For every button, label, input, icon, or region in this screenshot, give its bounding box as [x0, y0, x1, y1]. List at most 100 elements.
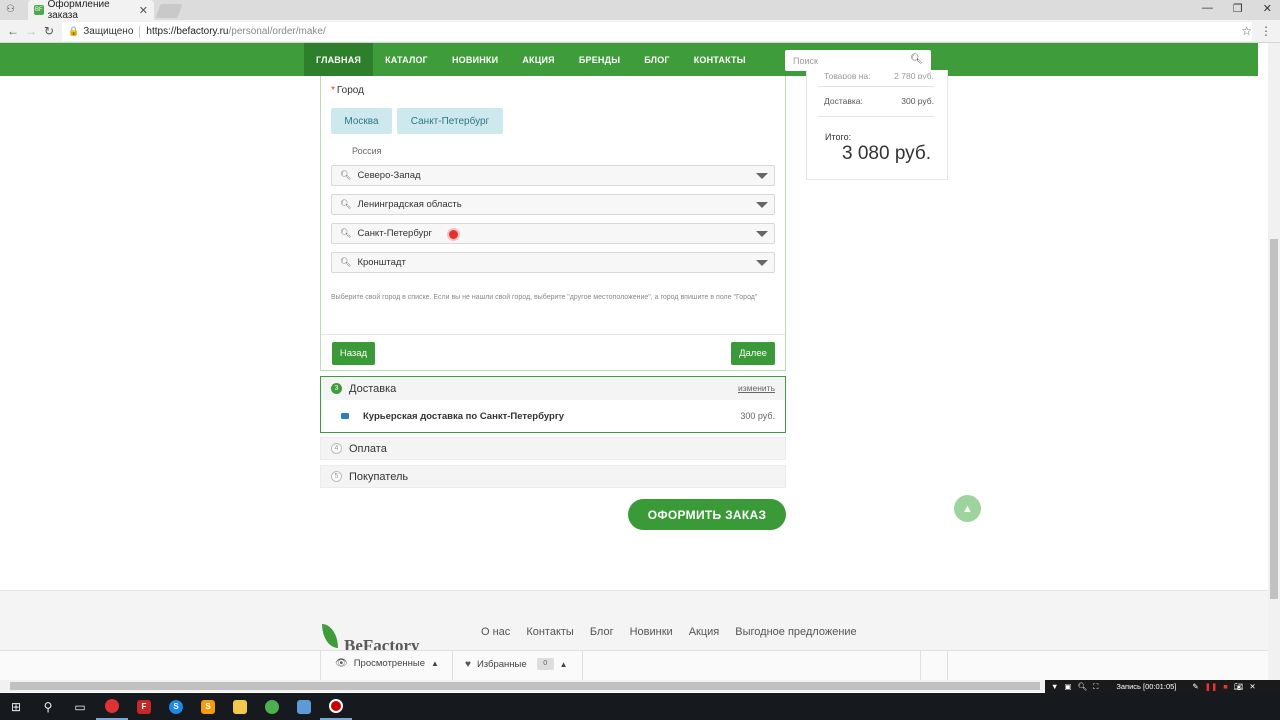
pause-icon[interactable]: ❚❚: [1205, 682, 1218, 691]
step-title: Покупатель: [349, 470, 409, 483]
url-input[interactable]: 🔒 Защищено https://befactory.ru/personal…: [62, 22, 1252, 41]
windows-start-icon[interactable]: ⊞: [0, 693, 32, 720]
dropdown-arrow-icon[interactable]: [756, 173, 768, 179]
city-button-moscow[interactable]: Москва: [331, 108, 392, 134]
search-icon: 🔍︎: [340, 228, 352, 238]
area-icon[interactable]: ⛶: [1093, 682, 1098, 692]
secure-label: Защищено: [83, 26, 134, 37]
step-title: Оплата: [349, 442, 387, 455]
favorites-button[interactable]: ♥ Избранные 0 ▲: [465, 658, 568, 670]
district-select[interactable]: 🔍︎ Кронштадт: [331, 252, 775, 273]
truck-icon: [341, 413, 349, 419]
scroll-to-top-button[interactable]: ▲: [954, 495, 981, 522]
search-icon[interactable]: 🔍︎: [910, 54, 923, 65]
chevron-up-icon: ▲: [962, 502, 973, 515]
step-number: 3: [331, 383, 342, 394]
dropdown-arrow-icon[interactable]: [756, 260, 768, 266]
stop-icon[interactable]: ■: [1223, 682, 1228, 691]
skype-icon[interactable]: S: [160, 693, 192, 720]
browser-tab[interactable]: BF Оформление заказа ✕: [28, 0, 154, 21]
close-icon[interactable]: ✕: [1249, 682, 1255, 691]
place-order-button[interactable]: ОФОРМИТЬ ЗАКАЗ: [628, 499, 786, 530]
recorder-toolbar: ▼ ▣ 🔍︎ ⛶ Запись [00:01:05] ✎ ❚❚ ■ 📷︎ ✕: [1045, 680, 1280, 693]
eye-icon: 👁: [335, 658, 348, 669]
photo-viewer-icon[interactable]: [288, 693, 320, 720]
bottom-panel: [0, 650, 1268, 680]
nav-contacts[interactable]: КОНТАКТЫ: [682, 43, 758, 76]
bookmark-star-icon[interactable]: ☆: [1241, 24, 1252, 38]
vertical-scrollbar[interactable]: [1268, 43, 1280, 680]
step-number: 4: [331, 443, 342, 454]
city-button-spb[interactable]: Санкт-Петербург: [397, 108, 503, 134]
camera-icon[interactable]: 📷︎: [1234, 682, 1244, 691]
sublime-icon[interactable]: S: [192, 693, 224, 720]
search-input[interactable]: Поиск 🔍︎: [785, 50, 931, 71]
dropdown-arrow-icon[interactable]: [756, 202, 768, 208]
search-icon[interactable]: ⚲: [32, 693, 64, 720]
nav-catalog[interactable]: КАТАЛОГ: [373, 43, 440, 76]
goods-row: Товаров на: 2 780 руб.: [824, 71, 934, 79]
tab-title: Оформление заказа: [47, 0, 110, 21]
buyer-step[interactable]: 5 Покупатель: [320, 465, 786, 488]
search-icon: 🔍︎: [340, 199, 352, 209]
delivery-step: 3 Доставка изменить Курьерская доставка …: [320, 376, 786, 433]
footer-link-about[interactable]: О нас: [481, 626, 510, 638]
chevron-up-icon: ▲: [430, 659, 439, 668]
oblast-select[interactable]: 🔍︎ Ленинградская область: [331, 194, 775, 215]
footer-link-sale[interactable]: Акция: [689, 626, 720, 638]
browser-tab-bar: ⚇ BF Оформление заказа ✕ — ❐ ✕: [0, 0, 1280, 21]
profile-icon[interactable]: ⚇: [6, 4, 15, 15]
forward-icon[interactable]: →: [22, 24, 40, 38]
windows-taskbar: ⊞ ⚲ ▭ F S S: [0, 693, 1280, 720]
region-select[interactable]: 🔍︎ Северо-Запад: [331, 165, 775, 186]
heart-icon: ♥: [465, 658, 471, 670]
logo-text[interactable]: BeFactory: [344, 636, 420, 650]
window-icon[interactable]: ▣: [1064, 682, 1071, 691]
footer-link-new[interactable]: Новинки: [630, 626, 673, 638]
delivery-option: Курьерская доставка по Санкт-Петербургу …: [321, 408, 785, 424]
dropdown-arrow-icon[interactable]: [756, 231, 768, 237]
nav-main[interactable]: ГЛАВНАЯ: [304, 43, 374, 76]
payment-step[interactable]: 4 Оплата: [320, 437, 786, 460]
search-placeholder: Поиск: [793, 55, 818, 66]
step-title: Доставка: [349, 382, 397, 395]
city-select[interactable]: 🔍︎ Санкт-Петербург: [331, 223, 775, 244]
address-bar: ← → ↻ 🔒 Защищено https://befactory.ru/pe…: [0, 20, 1280, 43]
footer-link-blog[interactable]: Блог: [590, 626, 614, 638]
footer-link-offer[interactable]: Выгодное предложение: [735, 626, 856, 638]
pen-icon[interactable]: ✎: [1192, 682, 1198, 691]
nav-sale[interactable]: АКЦИЯ: [510, 43, 567, 76]
url-host: https://befactory.ru: [146, 26, 229, 37]
filezilla-icon[interactable]: F: [128, 693, 160, 720]
task-view-icon[interactable]: ▭: [64, 693, 96, 720]
browser-menu-icon[interactable]: ⋮: [1260, 24, 1272, 38]
back-icon[interactable]: ←: [4, 24, 22, 38]
footer-link-contacts[interactable]: Контакты: [526, 626, 574, 638]
city-label: * Город: [331, 85, 364, 96]
change-delivery-link[interactable]: изменить: [738, 383, 775, 393]
dropdown-icon[interactable]: ▼: [1051, 682, 1058, 691]
chrome-icon[interactable]: [256, 693, 288, 720]
restore-icon[interactable]: ❐: [1233, 2, 1243, 15]
recording-timer: Запись [00:01:05]: [1116, 682, 1177, 691]
chrome-icon[interactable]: [96, 693, 128, 720]
site-nav: ГЛАВНАЯ КАТАЛОГ НОВИНКИ АКЦИЯ БРЕНДЫ БЛО…: [0, 43, 1258, 76]
recorder-icon[interactable]: [320, 693, 352, 720]
next-button[interactable]: Далее: [731, 342, 775, 365]
new-tab-button[interactable]: [155, 4, 183, 18]
favicon-icon: BF: [34, 5, 44, 15]
zoom-icon[interactable]: 🔍︎: [1078, 682, 1088, 691]
close-tab-icon[interactable]: ✕: [139, 4, 148, 17]
minimize-icon[interactable]: —: [1202, 2, 1213, 15]
nav-new[interactable]: НОВИНКИ: [440, 43, 510, 76]
footer-links: О нас Контакты Блог Новинки Акция Выгодн…: [481, 626, 857, 638]
nav-blog[interactable]: БЛОГ: [632, 43, 681, 76]
folder-icon[interactable]: [224, 693, 256, 720]
reload-icon[interactable]: ↻: [40, 24, 58, 38]
location-hint: Выберите свой город в списке. Если вы не…: [331, 294, 758, 301]
close-window-icon[interactable]: ✕: [1263, 2, 1272, 15]
nav-brands[interactable]: БРЕНДЫ: [567, 43, 632, 76]
back-button[interactable]: Назад: [332, 342, 375, 365]
horizontal-scrollbar[interactable]: [0, 680, 1045, 692]
viewed-button[interactable]: 👁 Просмотренные ▲: [335, 658, 439, 669]
